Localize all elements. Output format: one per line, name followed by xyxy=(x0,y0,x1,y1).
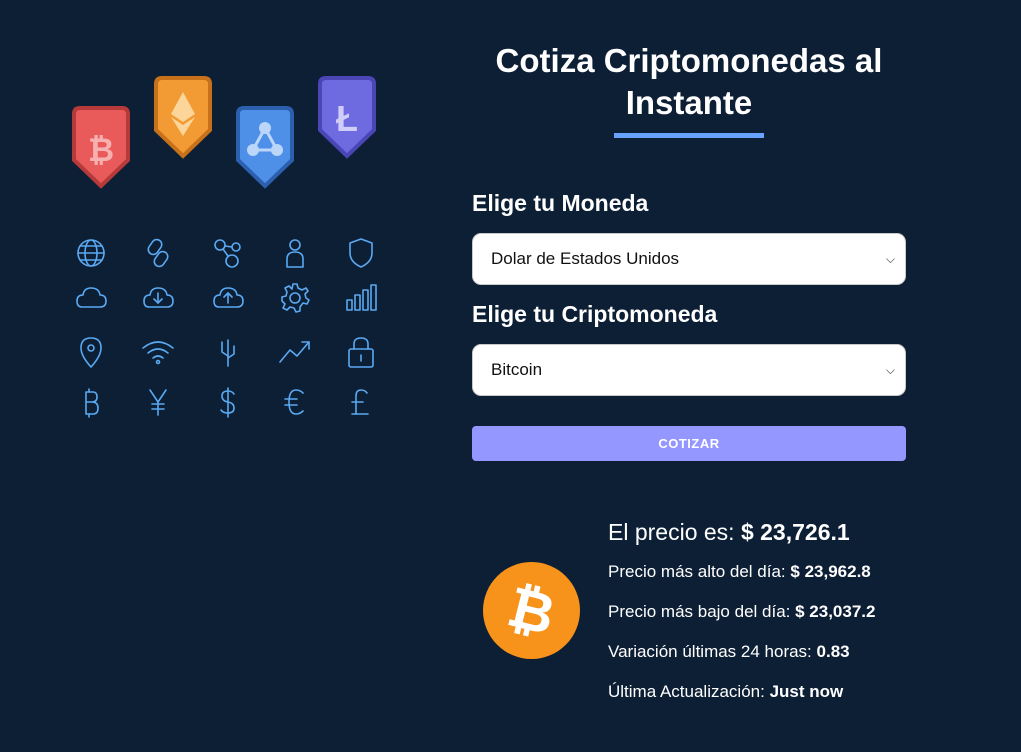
low-value: $ 23,037.2 xyxy=(795,602,876,621)
cloud-download-icon xyxy=(140,280,176,316)
bitcoin-icon: ₿ xyxy=(72,106,130,189)
high-value: $ 23,962.8 xyxy=(790,562,871,581)
low-line: Precio más bajo del día: $ 23,037.2 xyxy=(608,592,1008,632)
high-line: Precio más alto del día: $ 23,962.8 xyxy=(608,552,1008,592)
updated-label: Última Actualización: xyxy=(608,682,765,701)
crypto-badges: ₿ Ł xyxy=(60,70,400,200)
chevron-down-icon: ⌵ xyxy=(885,252,895,266)
price-line: El precio es: $ 23,726.1 xyxy=(608,516,1008,552)
ripple-icon xyxy=(236,106,294,189)
title-underline xyxy=(614,133,764,138)
change-label: Variación últimas 24 horas: xyxy=(608,642,812,661)
wifi-icon xyxy=(140,334,176,370)
euro-symbol-icon xyxy=(277,384,313,420)
crypto-illustration: ₿ Ł xyxy=(0,0,440,752)
change-value: 0.83 xyxy=(816,642,850,661)
litecoin-icon: Ł xyxy=(318,76,376,159)
usb-icon xyxy=(210,334,246,370)
ethereum-icon xyxy=(154,76,212,159)
chevron-down-icon: ⌵ xyxy=(885,363,895,377)
currency-select[interactable]: Dolar de Estados Unidos ⌵ xyxy=(472,233,906,285)
high-label: Precio más alto del día: xyxy=(608,562,786,581)
user-icon xyxy=(277,235,313,271)
currency-select-value: Dolar de Estados Unidos xyxy=(491,249,680,268)
cotizar-button[interactable]: COTIZAR xyxy=(472,426,906,461)
currency-label: Elige tu Moneda xyxy=(472,190,649,216)
network-icon xyxy=(210,235,246,271)
price-value: $ 23,726.1 xyxy=(740,519,850,545)
gear-icon xyxy=(277,280,313,316)
bar-chart-icon xyxy=(343,280,379,316)
page-title: Cotiza Criptomonedas al Instante xyxy=(495,42,883,121)
crypto-select-value: Bitcoin xyxy=(491,360,543,379)
change-line: Variación últimas 24 horas: 0.83 xyxy=(608,632,1008,672)
location-pin-icon xyxy=(73,334,109,370)
updated-value: Just now xyxy=(769,682,844,701)
price-label: El precio es: xyxy=(608,519,735,545)
crypto-select[interactable]: Bitcoin ⌵ xyxy=(472,344,906,396)
bitcoin-logo: ₿ xyxy=(483,562,580,659)
pound-symbol-icon xyxy=(343,384,379,420)
cloud-icon xyxy=(73,280,109,316)
padlock-icon xyxy=(343,334,379,370)
cloud-upload-icon xyxy=(210,280,246,316)
quote-result: El precio es: $ 23,726.1 Precio más alto… xyxy=(608,516,1008,712)
svg-text:Ł: Ł xyxy=(336,98,358,139)
trend-up-icon xyxy=(277,334,313,370)
crypto-label: Elige tu Criptomoneda xyxy=(472,301,718,327)
svg-text:₿: ₿ xyxy=(88,132,114,168)
bitcoin-symbol-icon xyxy=(73,384,109,420)
updated-line: Última Actualización: Just now xyxy=(608,672,1008,712)
link-icon xyxy=(140,235,176,271)
shield-icon xyxy=(343,235,379,271)
globe-icon xyxy=(73,235,109,271)
dollar-symbol-icon xyxy=(210,384,246,420)
yen-symbol-icon xyxy=(140,384,176,420)
low-label: Precio más bajo del día: xyxy=(608,602,791,621)
